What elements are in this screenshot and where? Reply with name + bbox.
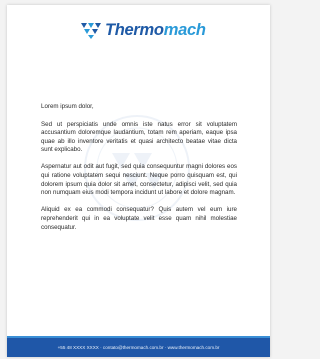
company-name-part1: Thermo bbox=[105, 20, 164, 39]
letter-paragraph-1: Sed ut perspiciatis unde omnis iste natu… bbox=[41, 120, 237, 154]
letter-body: Lorem ipsum dolor, Sed ut perspiciatis u… bbox=[41, 103, 237, 241]
footer-contact-text: +55 48 XXXX XXXX · contato@thermomach.co… bbox=[57, 345, 220, 350]
company-logo: Thermomach bbox=[80, 19, 206, 41]
letterhead-footer: +55 48 XXXX XXXX · contato@thermomach.co… bbox=[7, 336, 270, 357]
letterhead-page: Thermomach Lorem ipsum dolor, Sed ut per… bbox=[7, 5, 270, 357]
letter-salutation: Lorem ipsum dolor, bbox=[41, 103, 94, 110]
letterhead-header: Thermomach bbox=[7, 5, 270, 57]
company-name-part2: mach bbox=[163, 20, 206, 39]
company-name: Thermomach bbox=[105, 21, 206, 40]
triangle-tiles-icon bbox=[81, 23, 101, 39]
letter-paragraph-3: Aliquid ex ea commodi consequatur? Quis … bbox=[41, 206, 237, 231]
letter-paragraph-2: Aspernatur aut odit aut fugit, sed quia … bbox=[41, 163, 237, 197]
